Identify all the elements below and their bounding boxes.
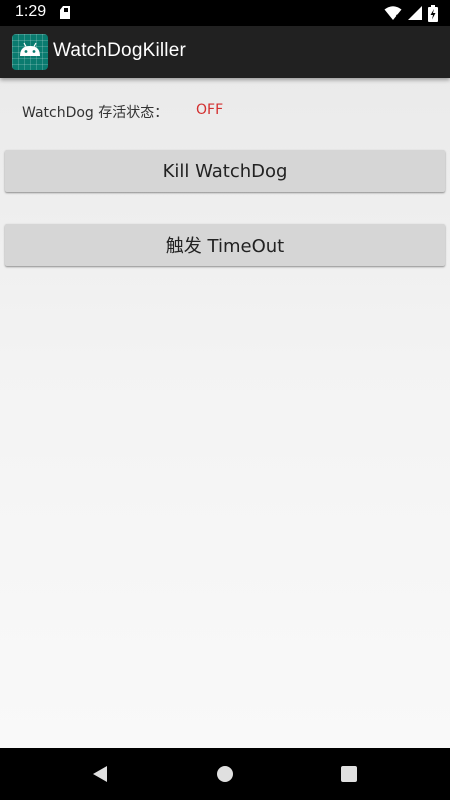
kill-watchdog-button[interactable]: Kill WatchDog (5, 150, 445, 192)
cell-signal-icon (408, 6, 422, 20)
app-screen: 1:29 WatchDogKiller WatchDog 存活状态： OFF K… (0, 0, 450, 800)
navigation-bar (0, 748, 450, 800)
recents-icon[interactable] (337, 762, 361, 786)
trigger-timeout-button[interactable]: 触发 TimeOut (5, 224, 445, 266)
status-icons (384, 4, 438, 22)
wifi-icon (384, 5, 402, 21)
status-time: 1:29 (15, 3, 47, 20)
watchdog-status-value: OFF (196, 102, 224, 118)
watchdog-status-label: WatchDog 存活状态： (22, 105, 169, 121)
battery-charging-icon (428, 4, 438, 22)
back-icon[interactable] (88, 762, 112, 786)
app-bar: WatchDogKiller (0, 26, 450, 78)
app-title: WatchDogKiller (53, 40, 187, 61)
home-icon[interactable] (213, 762, 237, 786)
sd-card-icon (60, 6, 70, 19)
android-icon (12, 34, 48, 70)
status-bar: 1:29 (0, 0, 450, 26)
